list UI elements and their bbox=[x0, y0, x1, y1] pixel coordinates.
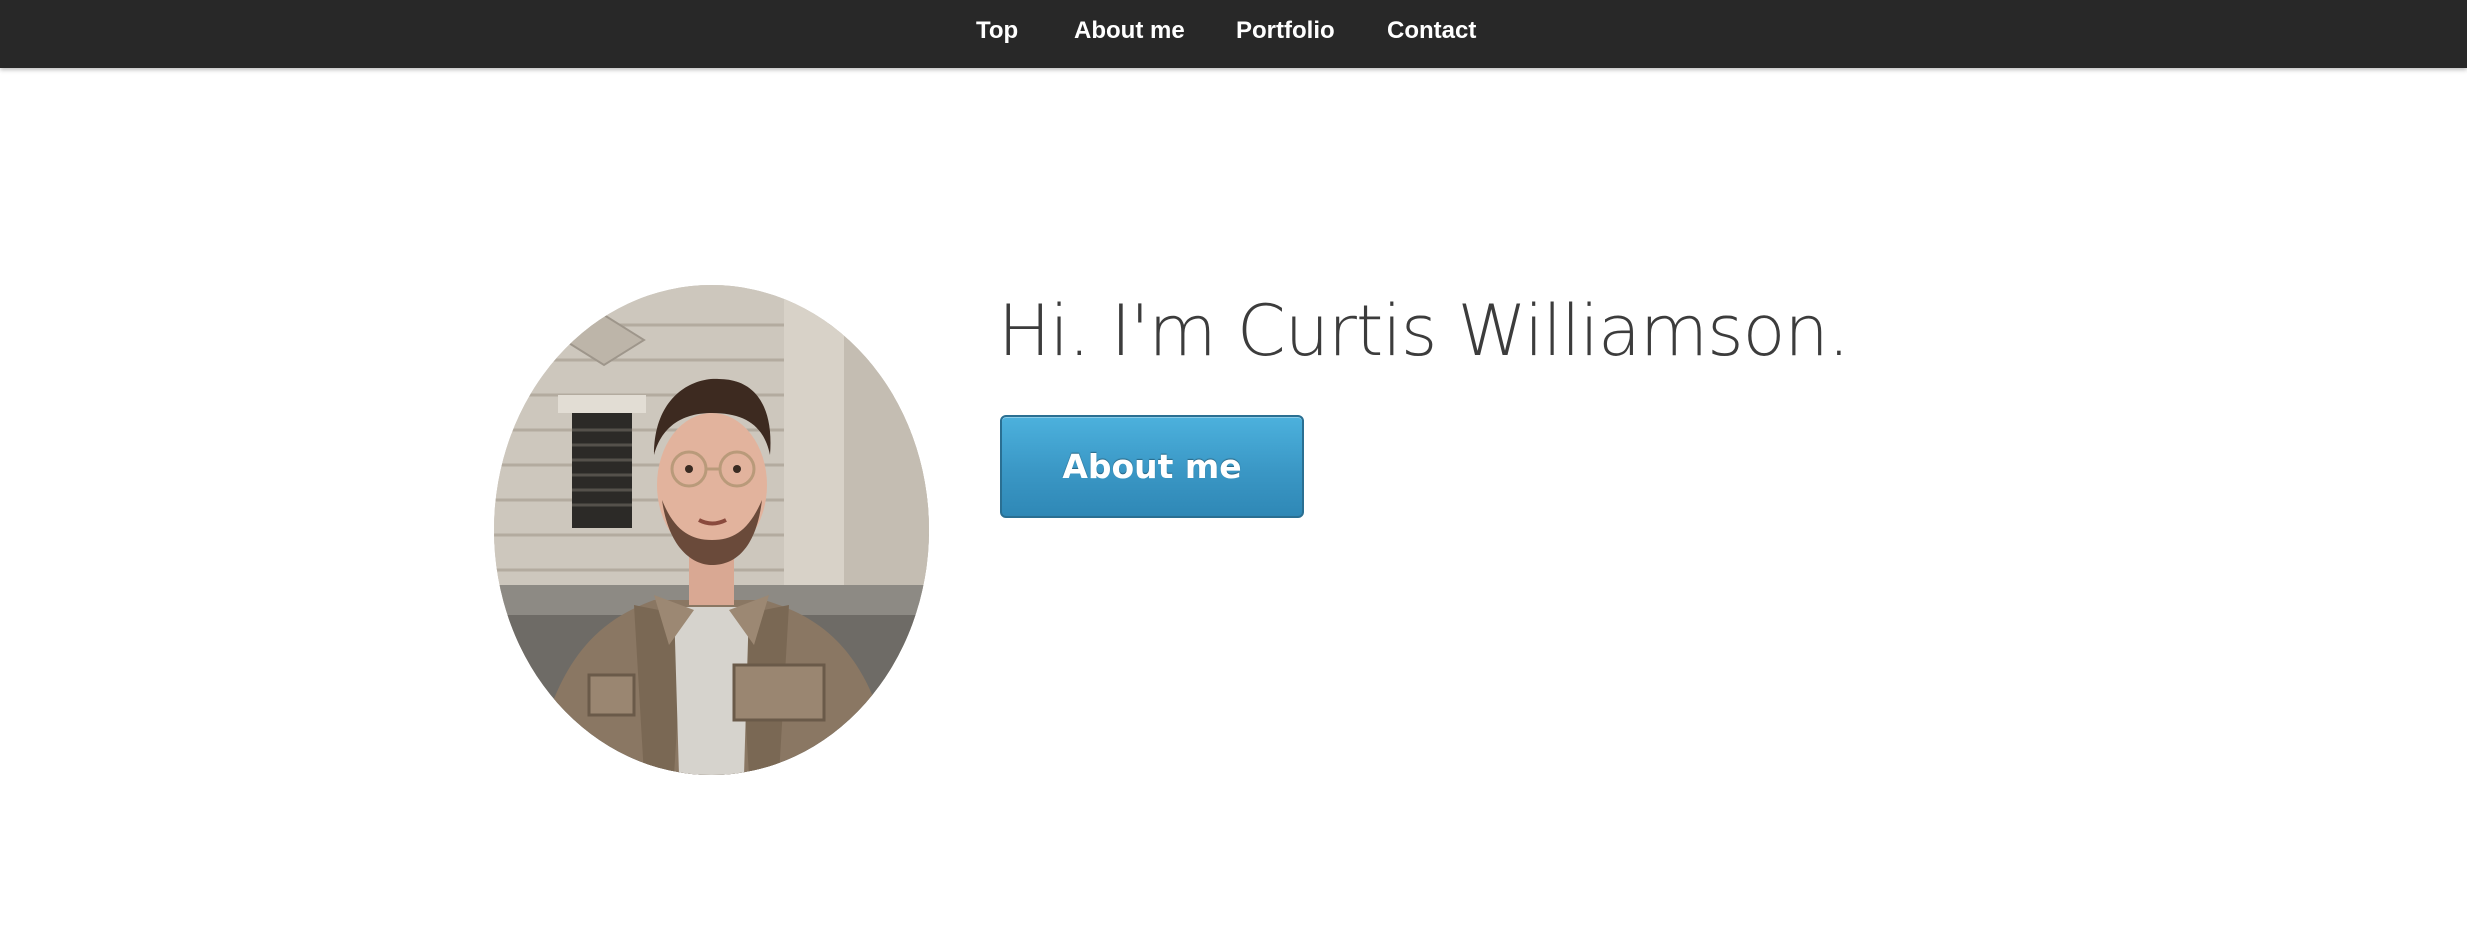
nav-link-contact[interactable]: Contact bbox=[1387, 16, 1476, 46]
nav-menu: Top About me Portfolio Contact bbox=[0, 0, 2467, 68]
profile-portrait bbox=[494, 285, 929, 775]
nav-link-about-me[interactable]: About me bbox=[1074, 16, 1185, 46]
hero-title: Hi. I'm Curtis Williamson. bbox=[998, 290, 1850, 372]
top-navigation-bar: Top About me Portfolio Contact bbox=[0, 0, 2467, 68]
nav-link-portfolio[interactable]: Portfolio bbox=[1236, 16, 1335, 46]
hero-section: Hi. I'm Curtis Williamson. About me bbox=[0, 68, 2467, 927]
about-me-button[interactable]: About me bbox=[1000, 415, 1304, 518]
portrait-photo-icon bbox=[494, 285, 929, 775]
nav-link-top[interactable]: Top bbox=[976, 16, 1018, 46]
